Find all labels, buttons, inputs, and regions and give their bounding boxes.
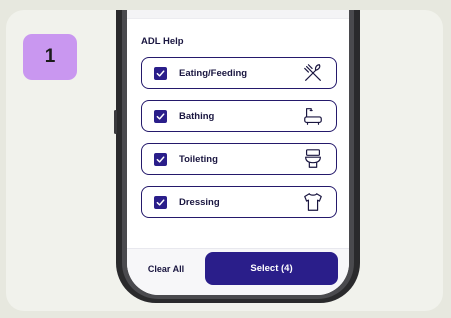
step-badge: 1 <box>23 34 77 80</box>
option-label: Toileting <box>179 153 218 165</box>
option-bathing[interactable]: Bathing <box>141 100 337 132</box>
checkbox-bathing[interactable] <box>154 109 167 123</box>
option-label: Eating/Feeding <box>179 67 248 79</box>
utensils-icon <box>304 64 321 81</box>
option-label: Dressing <box>179 196 220 208</box>
select-button[interactable]: Select (4) <box>205 252 338 285</box>
header-strip <box>127 10 349 19</box>
option-label: Bathing <box>179 110 215 122</box>
option-toileting[interactable]: Toileting <box>141 143 337 175</box>
checkmark-icon <box>156 112 165 120</box>
bathtub-icon <box>304 108 322 125</box>
option-eating-feeding[interactable]: Eating/Feeding <box>141 57 337 89</box>
checkmark-icon <box>156 155 165 163</box>
clear-all-button[interactable]: Clear All <box>141 254 191 284</box>
checkbox-toileting[interactable] <box>154 152 167 166</box>
instruction-card: 1 ADL Help Eating/Feeding Bathing Toilet… <box>6 10 443 311</box>
checkmark-icon <box>156 198 165 206</box>
option-dressing[interactable]: Dressing <box>141 186 337 218</box>
section-title: ADL Help <box>141 36 184 47</box>
toilet-icon <box>305 149 321 168</box>
shirt-icon <box>304 193 322 211</box>
checkmark-icon <box>156 69 165 77</box>
phone-side-button <box>114 110 117 134</box>
checkbox-dressing[interactable] <box>154 195 167 209</box>
checkbox-eating-feeding[interactable] <box>154 66 167 80</box>
phone-screen: ADL Help Eating/Feeding Bathing Toiletin… <box>127 10 349 295</box>
